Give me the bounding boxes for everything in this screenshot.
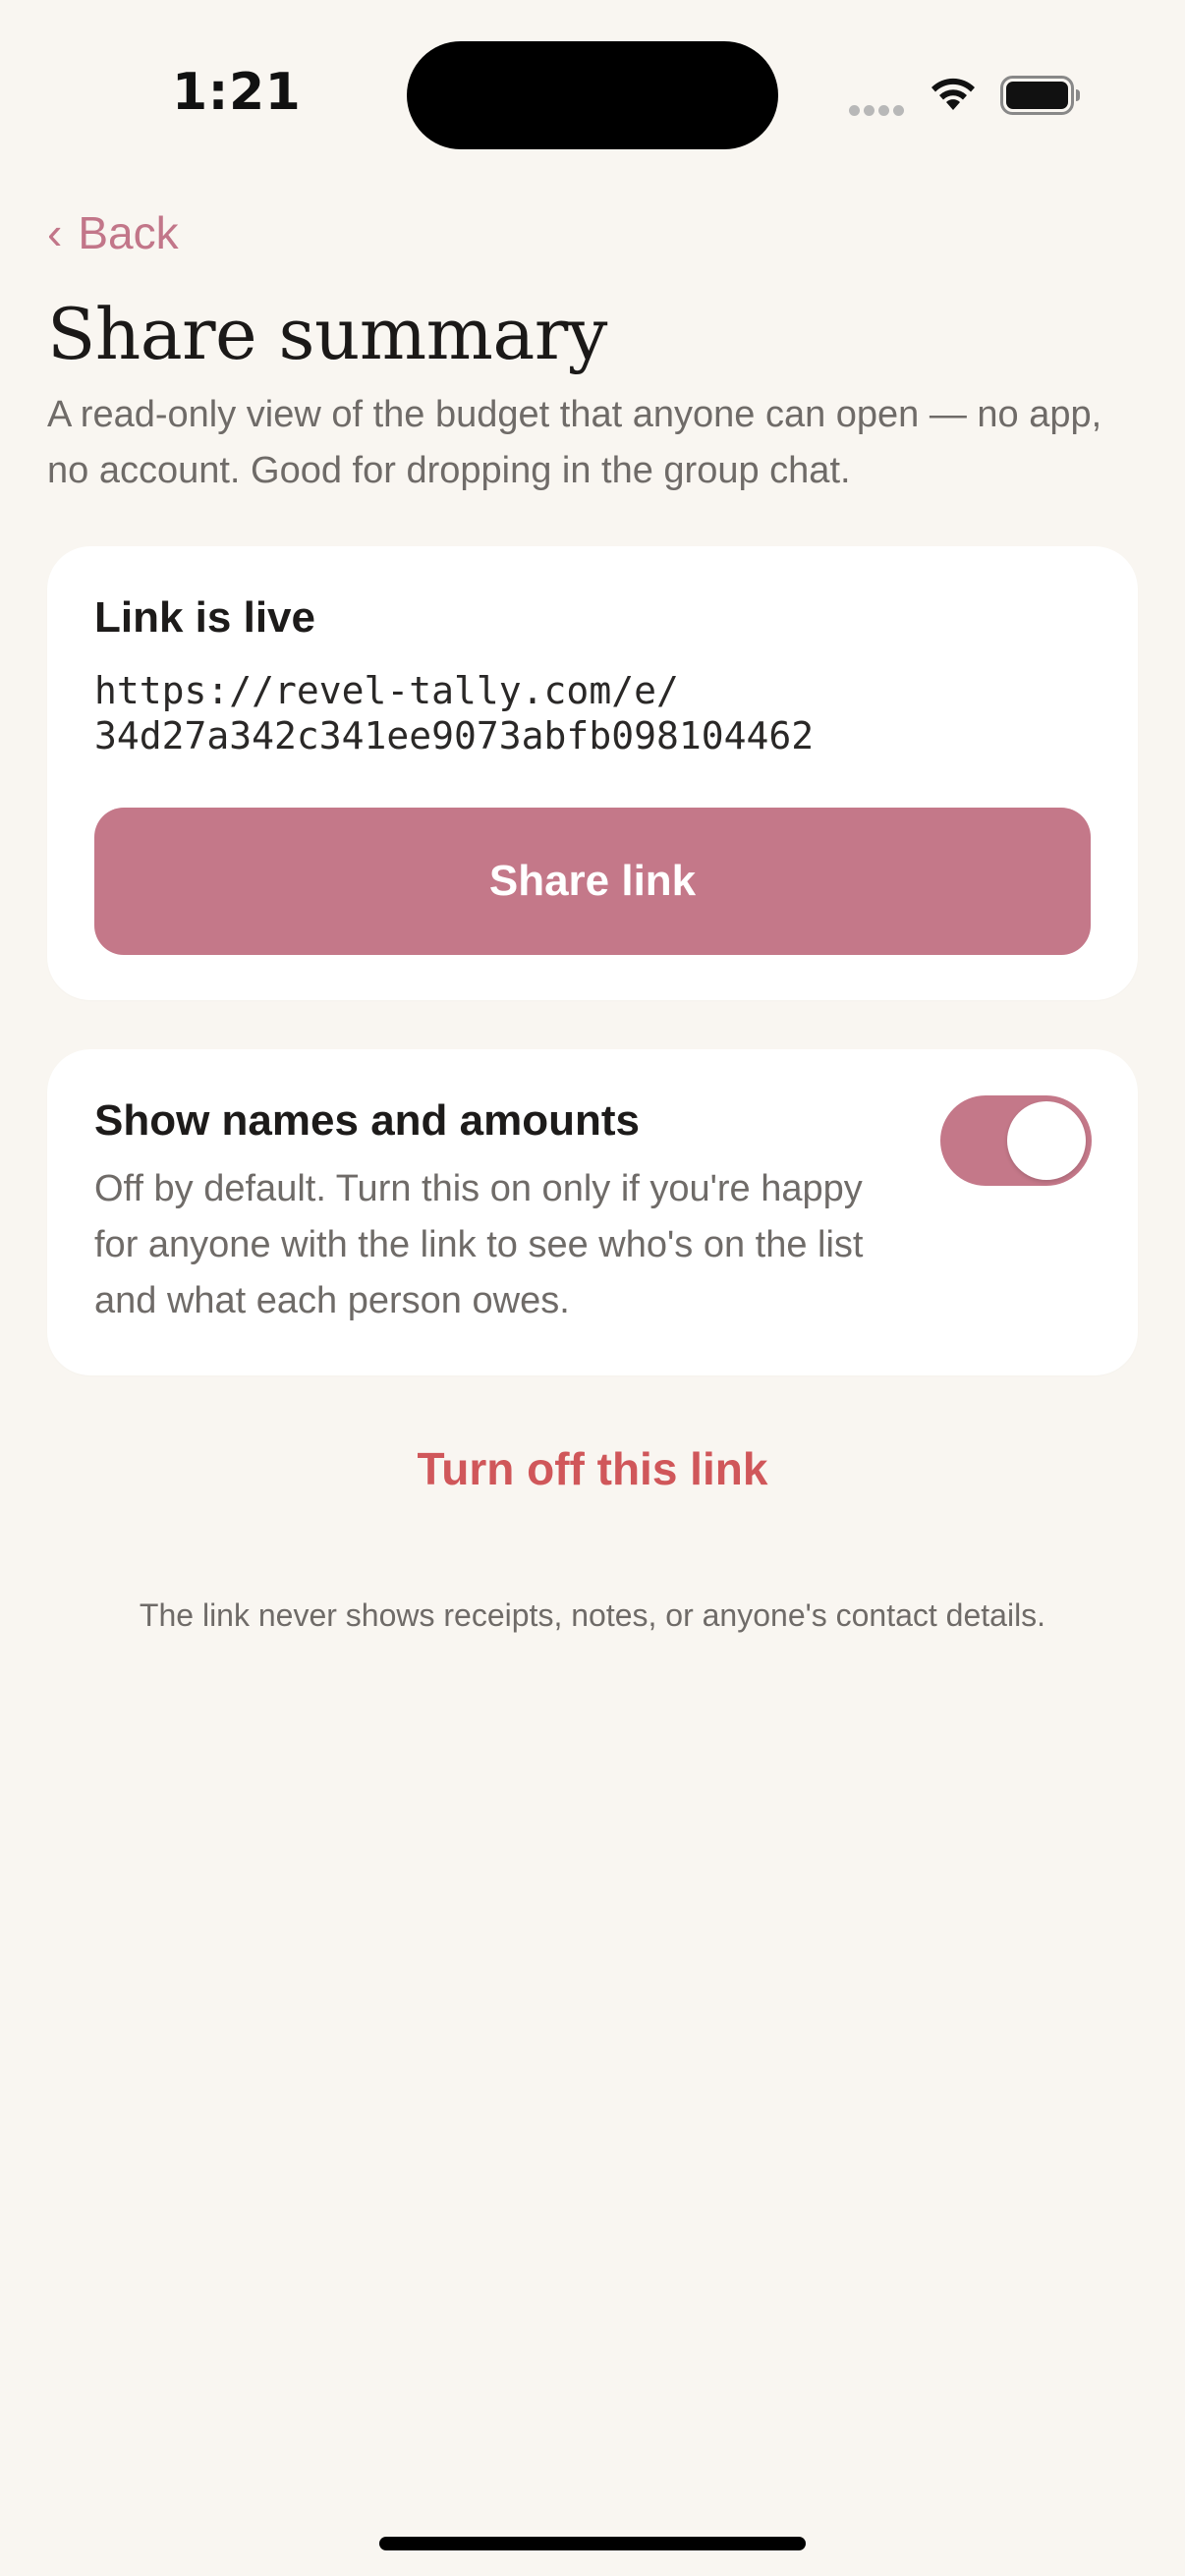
link-status-title: Link is live — [94, 593, 315, 642]
footer-note: The link never shows receipts, notes, or… — [139, 1597, 1046, 1633]
share-link-card: Link is live https://revel-tally.com/e/ … — [47, 546, 1138, 1000]
toggle-knob — [1007, 1101, 1086, 1180]
privacy-toggle-card: Show names and amounts Off by default. T… — [47, 1049, 1138, 1375]
turn-off-link-button[interactable]: Turn off this link — [0, 1442, 1185, 1495]
dynamic-island — [407, 41, 778, 149]
battery-icon — [1000, 76, 1080, 115]
page-subtitle: A read-only view of the budget that anyo… — [47, 394, 1102, 491]
page-title: Share summary — [47, 293, 607, 375]
toggle-description: Off by default. Turn this on only if you… — [94, 1168, 864, 1321]
share-url: https://revel-tally.com/e/ 34d27a342c341… — [94, 668, 1077, 758]
back-label: Back — [78, 207, 179, 258]
cellular-signal-icon — [849, 103, 908, 116]
share-url-line-1: https://revel-tally.com/e/ — [94, 669, 679, 712]
toggle-title: Show names and amounts — [94, 1096, 640, 1145]
chevron-left-icon: ‹ — [47, 207, 63, 258]
wifi-icon — [931, 78, 975, 110]
show-names-toggle[interactable] — [940, 1095, 1092, 1186]
status-time: 1:21 — [172, 63, 302, 122]
share-url-line-2: 34d27a342c341ee9073abfb098104462 — [94, 714, 815, 757]
share-link-button[interactable]: Share link — [94, 808, 1091, 955]
status-bar: 1:21 — [0, 0, 1185, 196]
home-indicator[interactable] — [379, 2537, 806, 2550]
back-button[interactable]: ‹ Back — [47, 206, 179, 259]
